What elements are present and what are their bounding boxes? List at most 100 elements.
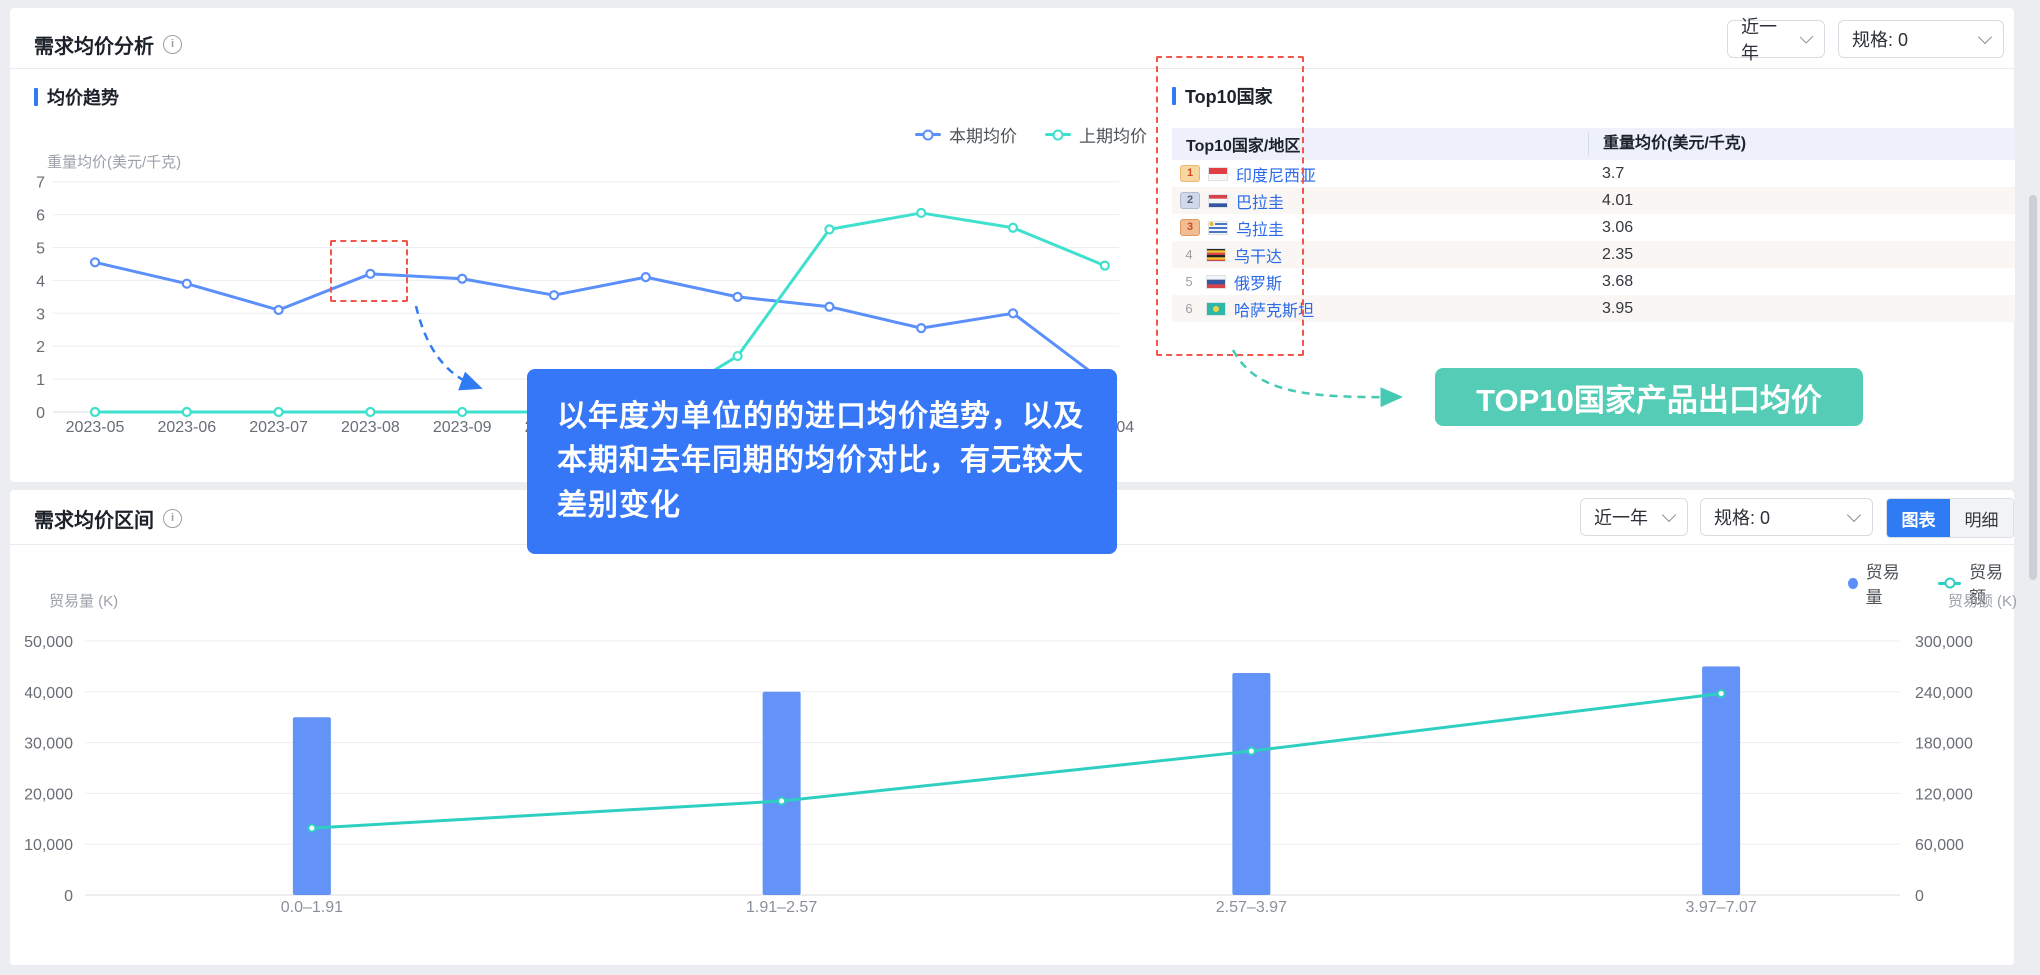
trend-subtitle: 均价趋势	[34, 84, 119, 110]
left-tick-label: 40,000	[25, 685, 73, 702]
x-tick-label: 2023-07	[249, 419, 308, 436]
trend-point-highlight-box	[330, 240, 408, 302]
data-point[interactable]	[1009, 309, 1017, 317]
x-category-label: 1.91–2.57	[746, 899, 817, 916]
trade-volume-bar[interactable]	[293, 717, 331, 895]
spec-select-2-value: 规格: 0	[1714, 504, 1770, 530]
avg-price-cell: 3.95	[1588, 300, 1633, 318]
right-tick-label: 120,000	[1915, 786, 1973, 803]
info-icon[interactable]	[163, 509, 182, 528]
right-tick-label: 60,000	[1915, 837, 1964, 854]
data-point[interactable]	[1101, 262, 1109, 270]
y-tick-label: 0	[36, 405, 45, 422]
right-tick-label: 240,000	[1915, 685, 1973, 702]
section2-header: 需求均价区间	[34, 504, 182, 533]
data-point[interactable]	[458, 408, 466, 416]
chevron-down-icon	[1800, 30, 1814, 44]
top10-highlight-box	[1156, 56, 1304, 356]
legend-item[interactable]: 本期均价	[915, 122, 1017, 147]
chart-view-button[interactable]: 图表	[1887, 499, 1950, 537]
col-avg-price: 重量均价(美元/千克)	[1588, 133, 1746, 155]
period-select[interactable]: 近一年	[1727, 20, 1825, 58]
data-point[interactable]	[778, 798, 785, 805]
x-tick-label: 2023-09	[433, 419, 492, 436]
data-point[interactable]	[275, 306, 283, 314]
trend-subtitle-label: 均价趋势	[47, 84, 119, 110]
data-point[interactable]	[366, 408, 374, 416]
avg-price-cell: 2.35	[1588, 246, 1633, 264]
divider	[10, 68, 2014, 69]
right-tick-label: 180,000	[1915, 736, 1973, 753]
y-tick-label: 5	[36, 241, 45, 258]
annotation-callout-text: 以年度为单位的的进口均价趋势，以及本期和去年同期的均价对比，有无较大差别变化	[557, 400, 1084, 522]
y-tick-label: 6	[36, 208, 45, 225]
left-tick-label: 0	[64, 888, 73, 905]
data-point[interactable]	[917, 324, 925, 332]
period-select-value: 近一年	[1741, 13, 1790, 65]
x-tick-label: 2023-06	[157, 419, 216, 436]
data-point[interactable]	[308, 825, 315, 832]
data-point[interactable]	[825, 225, 833, 233]
y-tick-label: 1	[36, 372, 45, 389]
data-point[interactable]	[550, 291, 558, 299]
section1-header: 需求均价分析	[34, 30, 182, 59]
series-line-贸易额	[312, 693, 1721, 828]
accent-bar	[34, 88, 38, 106]
x-tick-label: 2023-08	[341, 419, 400, 436]
annotation-callout: 以年度为单位的的进口均价趋势，以及本期和去年同期的均价对比，有无较大差别变化	[527, 369, 1117, 554]
trade-volume-bar[interactable]	[1232, 673, 1270, 895]
x-category-label: 2.57–3.97	[1216, 899, 1287, 916]
view-toggle: 图表 明细	[1886, 498, 2014, 538]
data-point[interactable]	[734, 293, 742, 301]
chevron-down-icon	[1978, 29, 1992, 43]
data-point[interactable]	[1718, 690, 1725, 697]
data-point[interactable]	[1009, 224, 1017, 232]
top10-annotation-badge: TOP10国家产品出口均价	[1435, 368, 1863, 426]
data-point[interactable]	[91, 408, 99, 416]
left-tick-label: 30,000	[25, 736, 73, 753]
y-tick-label: 7	[36, 175, 45, 192]
data-point[interactable]	[734, 352, 742, 360]
spec-select-2[interactable]: 规格: 0	[1700, 498, 1873, 536]
data-point[interactable]	[183, 408, 191, 416]
chevron-down-icon	[1847, 507, 1861, 521]
data-point[interactable]	[642, 273, 650, 281]
spec-select[interactable]: 规格: 0	[1838, 20, 2004, 58]
avg-price-cell: 3.68	[1588, 273, 1633, 291]
section2-title: 需求均价区间	[34, 504, 154, 533]
right-tick-label: 0	[1915, 888, 1924, 905]
right-tick-label: 300,000	[1915, 634, 1973, 651]
avg-price-cell: 3.7	[1588, 165, 1624, 183]
x-category-label: 3.97–7.07	[1686, 899, 1757, 916]
legend-label: 上期均价	[1079, 122, 1147, 147]
y-axis-title: 重量均价(美元/千克)	[47, 154, 181, 171]
legend-circle-icon	[1944, 578, 1955, 589]
detail-view-button[interactable]: 明细	[1950, 499, 2013, 537]
left-tick-label: 50,000	[25, 634, 73, 651]
legend-line-icon	[915, 133, 941, 136]
legend-line-icon	[1938, 582, 1961, 585]
period-select-2-value: 近一年	[1594, 504, 1648, 530]
y-tick-label: 3	[36, 306, 45, 323]
trade-volume-bar[interactable]	[763, 692, 801, 895]
legend-line-icon	[1045, 133, 1071, 136]
data-point[interactable]	[275, 408, 283, 416]
data-point[interactable]	[1248, 748, 1255, 755]
trade-volume-bar[interactable]	[1702, 666, 1740, 895]
left-tick-label: 20,000	[25, 786, 73, 803]
period-select-2[interactable]: 近一年	[1580, 498, 1688, 536]
data-point[interactable]	[183, 280, 191, 288]
info-icon[interactable]	[163, 35, 182, 54]
price-range-card: 需求均价区间 近一年 规格: 0 图表 明细 贸易量贸易额 贸易量 (K)贸易额…	[10, 490, 2014, 965]
data-point[interactable]	[825, 303, 833, 311]
data-point[interactable]	[458, 275, 466, 283]
x-tick-label: 2023-05	[66, 419, 125, 436]
y-tick-label: 2	[36, 339, 45, 356]
y-tick-label: 4	[36, 273, 45, 290]
legend-circle-icon	[923, 129, 934, 140]
vertical-scrollbar[interactable]	[2029, 195, 2037, 580]
data-point[interactable]	[917, 209, 925, 217]
legend-item[interactable]: 上期均价	[1045, 122, 1147, 147]
right-axis-title: 贸易额 (K)	[1948, 593, 2017, 610]
data-point[interactable]	[91, 258, 99, 266]
